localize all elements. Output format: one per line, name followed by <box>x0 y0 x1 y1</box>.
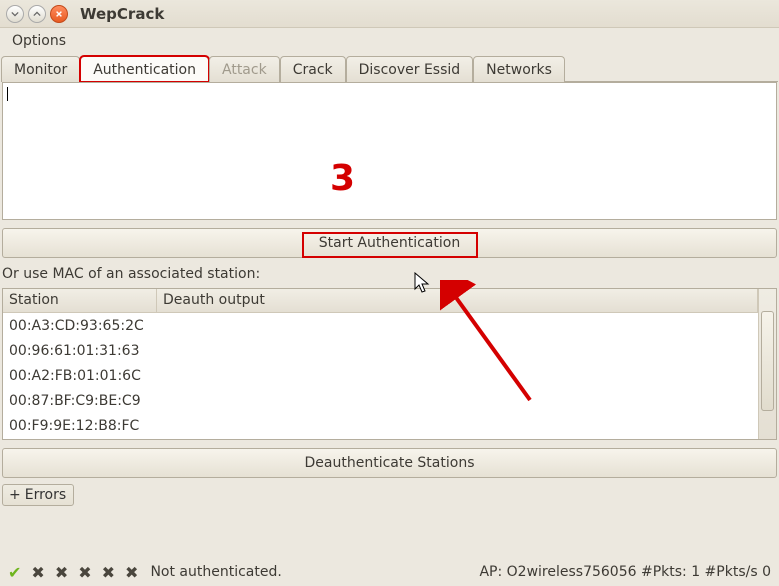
tab-networks[interactable]: Networks <box>473 56 565 82</box>
col-header-station[interactable]: Station <box>3 289 157 312</box>
table-row[interactable]: 00:F9:9E:12:B8:FC <box>3 413 758 438</box>
table-row[interactable]: 00:96:61:01:31:63 <box>3 338 758 363</box>
tabs-container: Monitor Authentication Attack Crack Disc… <box>0 54 779 506</box>
window-titlebar: WepCrack <box>0 0 779 28</box>
tab-discover-essid[interactable]: Discover Essid <box>346 56 474 82</box>
tab-strip: Monitor Authentication Attack Crack Disc… <box>1 54 778 82</box>
cell-station: 00:A2:FB:01:01:6C <box>3 366 157 386</box>
status-message: Not authenticated. <box>150 564 281 580</box>
tab-monitor[interactable]: Monitor <box>1 56 80 82</box>
check-icon[interactable]: ✔ <box>8 563 21 582</box>
cell-deauth <box>157 424 758 428</box>
deauthenticate-button[interactable]: Deauthenticate Stations <box>2 448 777 478</box>
menu-bar: Options <box>0 28 779 54</box>
vertical-scrollbar[interactable] <box>758 289 776 439</box>
cell-station: 00:96:61:01:31:63 <box>3 341 157 361</box>
table-body: 00:A3:CD:93:65:2C 00:96:61:01:31:63 00:A… <box>3 313 758 438</box>
x-icon[interactable]: ✖ <box>102 563 115 582</box>
errors-label: Errors <box>25 487 66 503</box>
maximize-button[interactable] <box>28 5 46 23</box>
tab-content: Start Authentication Or use MAC of an as… <box>1 82 778 506</box>
minimize-button[interactable] <box>6 5 24 23</box>
window-title: WepCrack <box>80 5 164 23</box>
auth-output-textarea[interactable] <box>2 82 777 220</box>
x-icon[interactable]: ✖ <box>55 563 68 582</box>
cell-deauth <box>157 399 758 403</box>
cell-deauth <box>157 374 758 378</box>
status-ap-info: AP: O2wireless756056 #Pkts: 1 #Pkts/s 0 <box>479 564 771 580</box>
tab-authentication[interactable]: Authentication <box>80 56 209 82</box>
table-row[interactable]: 00:87:BF:C9:BE:C9 <box>3 388 758 413</box>
cell-deauth <box>157 324 758 328</box>
status-bar: ✔ ✖ ✖ ✖ ✖ ✖ Not authenticated. AP: O2wir… <box>0 558 779 586</box>
scrollbar-thumb[interactable] <box>761 311 774 411</box>
table-row[interactable]: 00:A2:FB:01:01:6C <box>3 363 758 388</box>
cell-station: 00:F9:9E:12:B8:FC <box>3 416 157 436</box>
close-button[interactable] <box>50 5 68 23</box>
start-authentication-button[interactable]: Start Authentication <box>2 228 777 258</box>
table-header: Station Deauth output <box>3 289 758 313</box>
x-icon[interactable]: ✖ <box>78 563 91 582</box>
errors-expander[interactable]: + Errors <box>2 484 74 506</box>
x-icon[interactable]: ✖ <box>125 563 138 582</box>
tab-attack[interactable]: Attack <box>209 56 280 82</box>
plus-icon: + <box>9 487 21 503</box>
col-header-deauth[interactable]: Deauth output <box>157 289 758 312</box>
menu-options[interactable]: Options <box>6 31 72 51</box>
cell-station: 00:A3:CD:93:65:2C <box>3 316 157 336</box>
cell-deauth <box>157 349 758 353</box>
mac-subtitle: Or use MAC of an associated station: <box>2 262 777 288</box>
tab-crack[interactable]: Crack <box>280 56 346 82</box>
cell-station: 00:87:BF:C9:BE:C9 <box>3 391 157 411</box>
status-icons: ✔ ✖ ✖ ✖ ✖ ✖ <box>8 563 138 582</box>
x-icon[interactable]: ✖ <box>31 563 44 582</box>
table-row[interactable]: 00:A3:CD:93:65:2C <box>3 313 758 338</box>
stations-table: Station Deauth output 00:A3:CD:93:65:2C … <box>2 288 777 440</box>
